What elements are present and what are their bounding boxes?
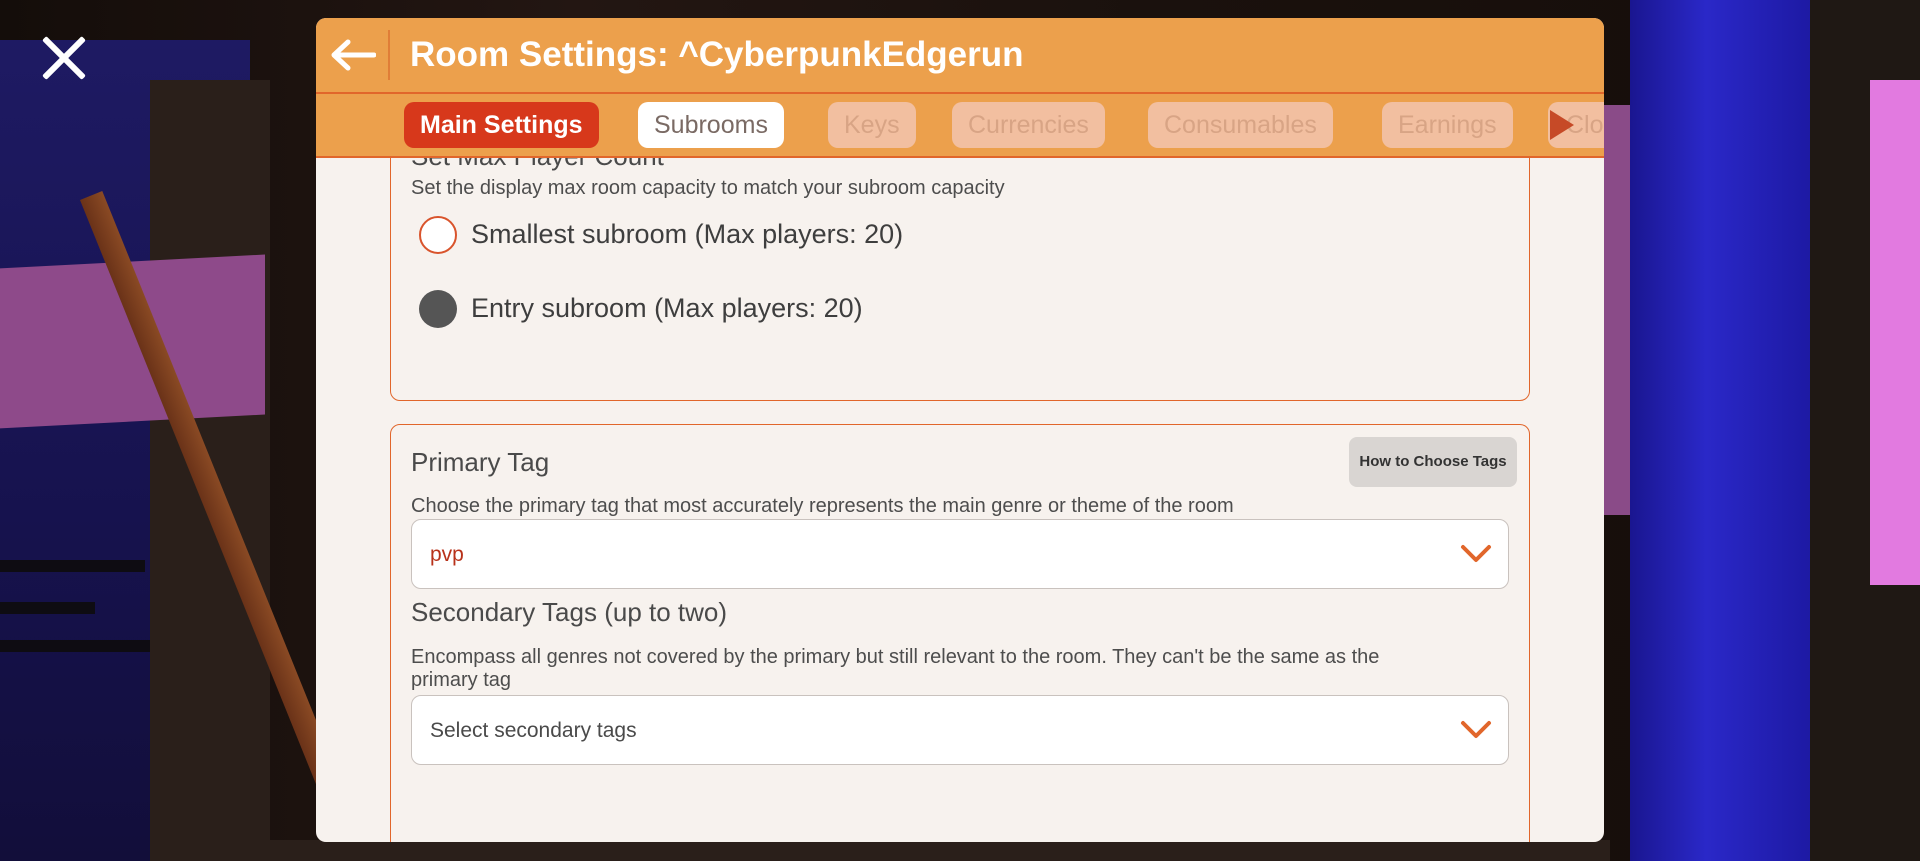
secondary-tags-description-cont: primary tag xyxy=(411,669,512,691)
radio-label: Entry subroom (Max players: 20) xyxy=(471,293,863,323)
close-icon[interactable] xyxy=(38,32,90,84)
play-arrow-icon xyxy=(1550,110,1574,140)
max-player-description: Set the display max room capacity to mat… xyxy=(411,177,1005,199)
tab-main-settings[interactable]: Main Settings xyxy=(404,102,599,148)
max-player-title: Set Max Player Count xyxy=(411,158,664,172)
secondary-tags-description: Encompass all genres not covered by the … xyxy=(411,646,1380,668)
primary-tag-dropdown[interactable]: pvp xyxy=(411,519,1509,589)
scene-slat xyxy=(0,560,145,572)
chevron-down-icon xyxy=(1461,721,1491,738)
tags-card: Primary Tag How to Choose Tags Choose th… xyxy=(390,424,1530,842)
primary-tag-description: Choose the primary tag that most accurat… xyxy=(411,495,1234,517)
how-to-choose-tags-button[interactable]: How to Choose Tags xyxy=(1349,437,1517,487)
chevron-down-icon xyxy=(1461,545,1491,562)
scene-slat xyxy=(0,602,95,614)
primary-tag-title: Primary Tag xyxy=(411,447,550,477)
arrow-left-icon xyxy=(331,39,376,71)
secondary-tags-placeholder: Select secondary tags xyxy=(430,719,637,742)
tab-consumables[interactable]: Consumables xyxy=(1148,102,1333,148)
room-settings-panel: Room Settings: ^CyberpunkEdgerun Main Se… xyxy=(316,18,1604,842)
settings-content[interactable]: Set Max Player Count Set the display max… xyxy=(316,158,1604,842)
scene-slat xyxy=(0,640,150,652)
panel-header: Room Settings: ^CyberpunkEdgerun xyxy=(316,18,1604,94)
header-divider xyxy=(388,30,390,80)
tab-currencies[interactable]: Currencies xyxy=(952,102,1105,148)
radio-checked-icon xyxy=(419,290,457,328)
scene-floor xyxy=(250,840,1610,861)
back-button[interactable] xyxy=(316,18,388,92)
tab-subrooms[interactable]: Subrooms xyxy=(638,102,784,148)
max-player-card: Set Max Player Count Set the display max… xyxy=(390,158,1530,401)
primary-tag-value: pvp xyxy=(430,543,464,566)
tab-earnings[interactable]: Earnings xyxy=(1382,102,1513,148)
secondary-tags-title: Secondary Tags (up to two) xyxy=(411,597,728,627)
scene-pink-strip xyxy=(1870,80,1920,585)
tab-scroll-right-button[interactable]: Clo xyxy=(1548,102,1604,148)
secondary-tags-dropdown[interactable]: Select secondary tags xyxy=(411,695,1509,765)
radio-unchecked-icon xyxy=(419,216,457,254)
tab-keys[interactable]: Keys xyxy=(828,102,916,148)
page-title: Room Settings: ^CyberpunkEdgerun xyxy=(410,35,1024,74)
radio-label: Smallest subroom (Max players: 20) xyxy=(471,219,904,249)
tab-bar: Main Settings Subrooms Keys Currencies C… xyxy=(316,94,1604,158)
scene-blue-wall-right xyxy=(1630,0,1820,861)
